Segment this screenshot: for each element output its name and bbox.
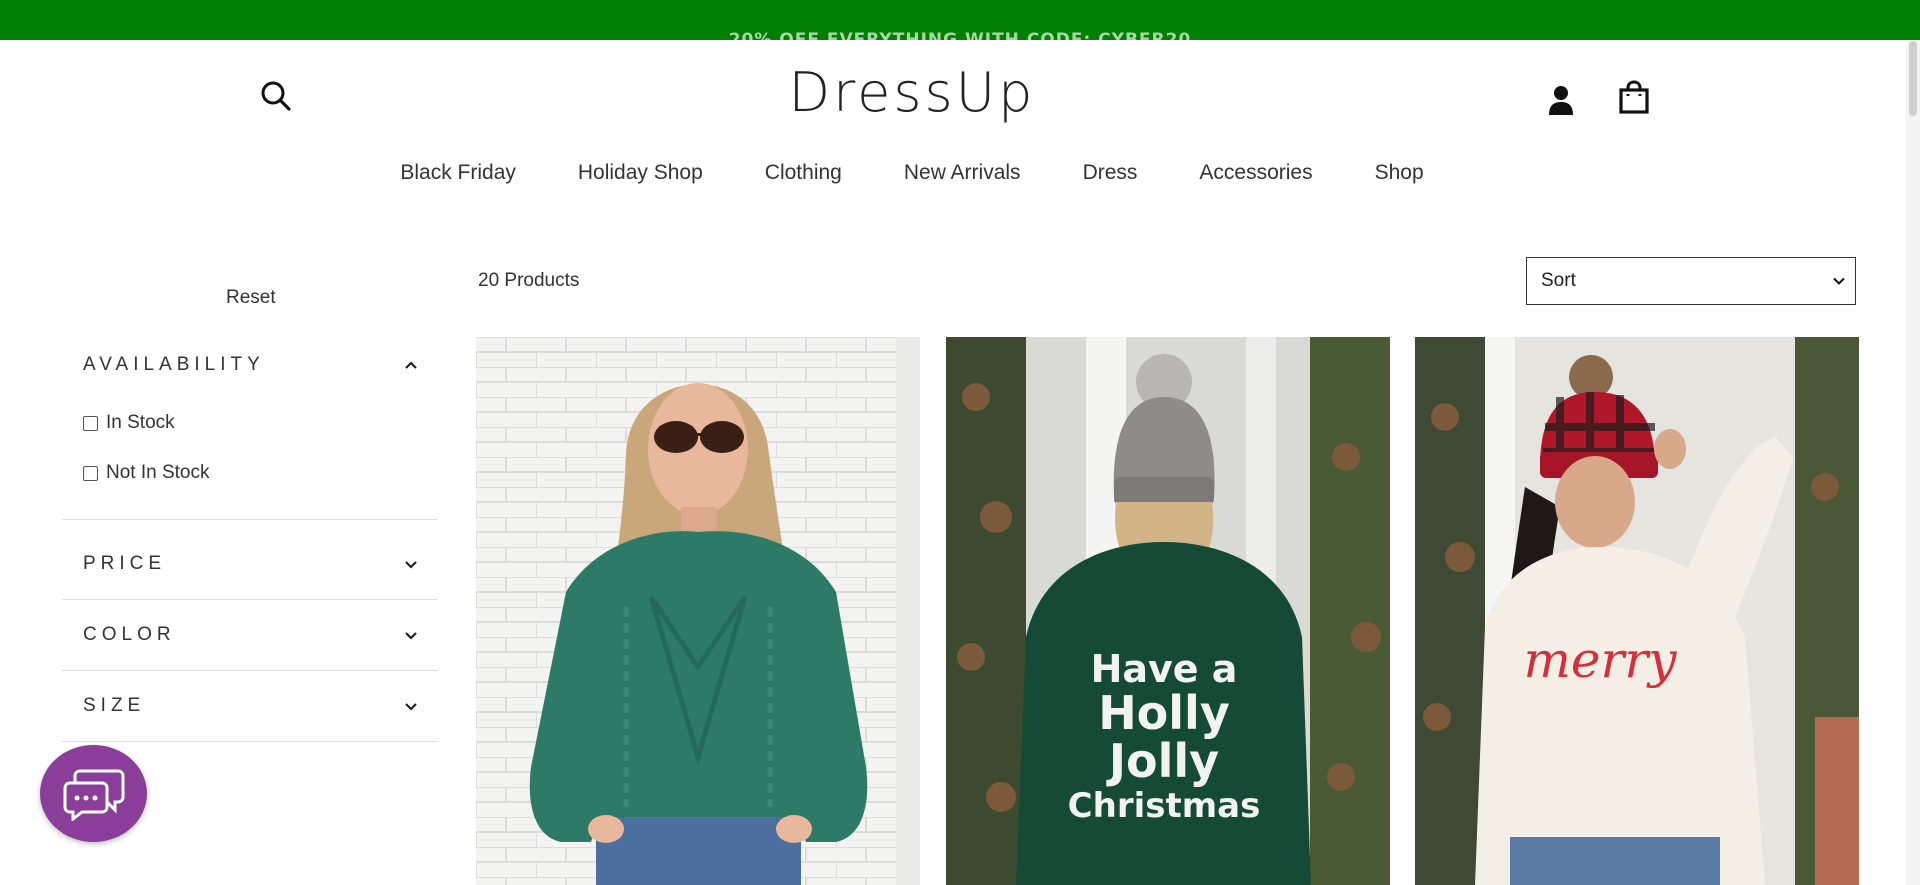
facet-title: COLOR — [83, 624, 176, 645]
product-image[interactable]: merry — [1415, 337, 1859, 885]
main-nav: Black Friday Holiday Shop Clothing New A… — [0, 158, 1824, 188]
facet-size-header[interactable]: SIZE — [62, 671, 438, 741]
nav-item-new-arrivals[interactable]: New Arrivals — [873, 158, 1052, 188]
facet-title: AVAILABILITY — [83, 354, 265, 375]
nav-item-dress[interactable]: Dress — [1052, 158, 1169, 188]
nav-item-black-friday[interactable]: Black Friday — [369, 158, 547, 188]
chevron-down-icon — [1833, 277, 1845, 285]
facet-title: PRICE — [83, 553, 167, 574]
product-card[interactable] — [476, 337, 920, 885]
sort-select[interactable]: Sort — [1526, 257, 1856, 305]
promo-bar: 20% OFF EVERYTHING WITH CODE: CYBER20 — [0, 0, 1920, 40]
product-image[interactable] — [476, 337, 920, 885]
print-line: Jolly — [1106, 734, 1219, 788]
reset-filters-link[interactable]: Reset — [226, 287, 276, 309]
product-image[interactable]: Have a Holly Jolly Christmas — [946, 337, 1390, 885]
filter-option-label: In Stock — [106, 412, 175, 433]
product-card[interactable]: merry — [1415, 337, 1859, 885]
facet-size: SIZE — [62, 671, 438, 742]
scrollbar[interactable] — [1906, 40, 1920, 885]
cart-button[interactable] — [1616, 78, 1652, 116]
filter-option-label: Not In Stock — [106, 462, 210, 483]
not-in-stock-checkbox[interactable] — [83, 465, 98, 481]
divider — [62, 519, 438, 520]
sort-label: Sort — [1541, 270, 1576, 291]
sweatshirt-print: merry — [1523, 631, 1677, 689]
user-icon — [1549, 86, 1573, 115]
chat-icon — [63, 769, 124, 821]
chevron-down-icon — [405, 632, 417, 640]
print-line: Have a — [1091, 647, 1238, 691]
facet-title: SIZE — [83, 695, 146, 716]
nav-item-shop[interactable]: Shop — [1344, 158, 1455, 188]
chevron-down-icon — [405, 561, 417, 569]
account-button[interactable] — [1545, 82, 1577, 118]
nav-item-accessories[interactable]: Accessories — [1168, 158, 1343, 188]
promo-text: 20% OFF EVERYTHING WITH CODE: CYBER20 — [728, 30, 1192, 40]
chevron-down-icon — [405, 703, 417, 711]
facet-color: COLOR — [62, 600, 438, 671]
nav-item-clothing[interactable]: Clothing — [734, 158, 873, 188]
print-line: Holly — [1098, 686, 1230, 740]
facet-price: PRICE — [62, 529, 438, 600]
shopping-bag-icon — [1619, 80, 1649, 114]
facet-color-header[interactable]: COLOR — [62, 600, 438, 670]
nav-item-holiday-shop[interactable]: Holiday Shop — [547, 158, 734, 188]
facet-price-header[interactable]: PRICE — [62, 529, 438, 599]
product-card[interactable]: Have a Holly Jolly Christmas — [946, 337, 1390, 885]
filter-in-stock[interactable]: In Stock — [62, 398, 438, 448]
chat-button[interactable] — [40, 745, 147, 842]
scrollbar-thumb[interactable] — [1909, 41, 1917, 116]
chevron-up-icon — [405, 361, 417, 369]
filter-not-in-stock[interactable]: Not In Stock — [62, 448, 438, 498]
print-line: Christmas — [1068, 786, 1261, 826]
product-count: 20 Products — [478, 270, 580, 291]
in-stock-checkbox[interactable] — [83, 415, 98, 431]
facet-availability: AVAILABILITY In Stock Not In Stock — [62, 330, 438, 520]
facet-availability-header[interactable]: AVAILABILITY — [62, 330, 438, 400]
